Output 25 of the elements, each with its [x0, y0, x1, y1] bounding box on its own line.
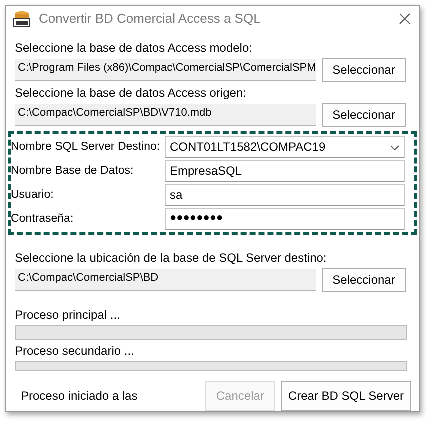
create-button[interactable]: Crear BD SQL Server [281, 381, 411, 411]
status-text: Proceso iniciado a las [21, 389, 139, 403]
input-field[interactable]: sa [165, 184, 405, 206]
progress-label: Proceso secundario ... [15, 344, 136, 358]
progress-label: Proceso principal ... [15, 308, 122, 322]
select-button[interactable]: Seleccionar [322, 103, 406, 127]
field-label: Seleccione la ubicación de la base de SQL Server destino: [15, 251, 328, 265]
select-button[interactable]: Seleccionar [322, 58, 406, 82]
database-icon [13, 10, 31, 28]
window-title: Convertir BD Comercial Access a SQL [39, 11, 262, 26]
path-field[interactable]: C:\Compac\ComercialSP\BD [15, 269, 316, 291]
password-field[interactable]: ●●●●●●●● [165, 208, 405, 230]
path-field[interactable]: C:\Program Files (x86)\Compac\ComercialSP\ComercialSPM [15, 59, 316, 81]
field-label: Seleccione la base de datos Access origen: [15, 86, 248, 100]
field-label: Contraseña: [11, 213, 75, 225]
select-button[interactable]: Seleccionar [322, 268, 406, 292]
field-label: Usuario: [11, 189, 55, 201]
path-field[interactable]: C:\Compac\ComercialSP\BD\V710.mdb [15, 104, 316, 126]
chevron-down-icon [390, 145, 400, 151]
input-field[interactable]: EmpresaSQL [165, 160, 405, 182]
server-dropdown[interactable]: CONT01LT1582\COMPAC19 [165, 136, 405, 158]
field-label: Nombre Base de Datos: [11, 165, 135, 177]
close-icon[interactable] [399, 12, 411, 24]
field-label: Nombre SQL Server Destino: [11, 141, 162, 153]
field-label: Seleccione la base de datos Access modelo: [15, 41, 254, 55]
